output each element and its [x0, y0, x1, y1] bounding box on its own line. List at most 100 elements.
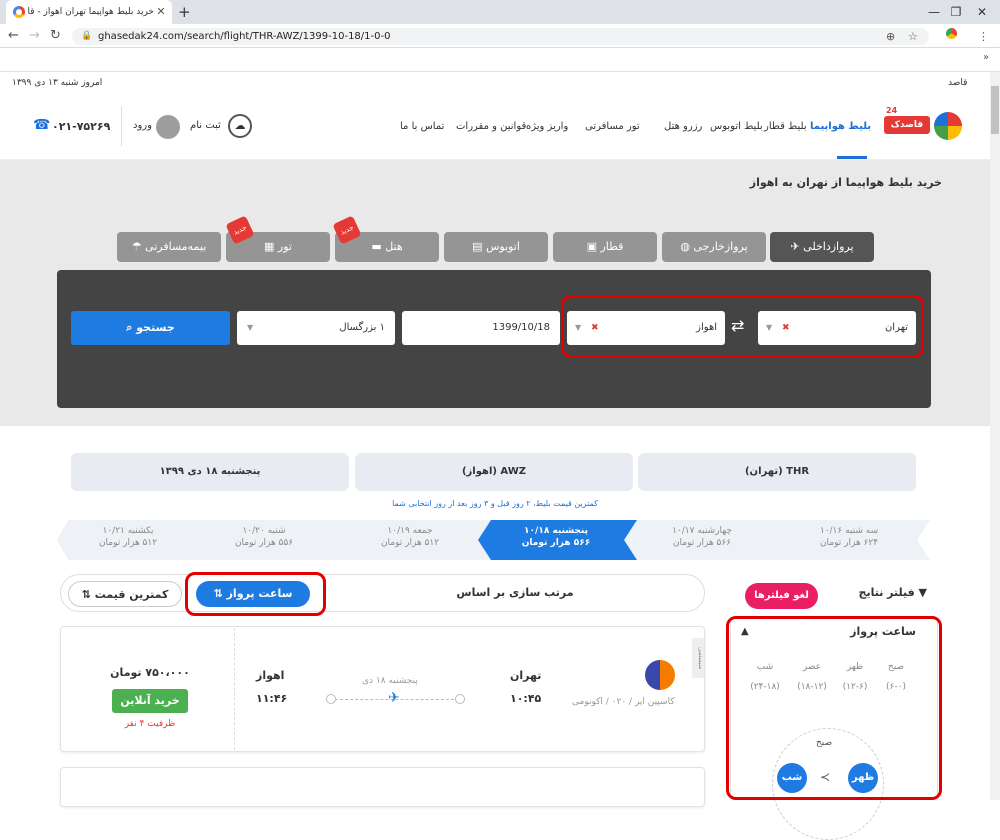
flight-date: پنجشنبه ۱۸ دی [362, 676, 418, 686]
price-note: کمترین قیمت بلیط، ۲ روز قبل و ۳ روز بعد … [392, 499, 598, 508]
chevron-down-icon[interactable]: ▼ [247, 311, 253, 345]
day-price: ۵۱۲ هزار تومان [380, 538, 440, 548]
airline-info: کاسپین ایر / ۰۲۰ / اکونومی [572, 697, 675, 707]
forward-icon[interactable]: → [29, 27, 40, 45]
filter-title-text: فیلتر نتایج [858, 586, 915, 599]
day-label: چهارشنبه ۱۰/۱۷ [672, 526, 732, 536]
filter-title: ▼ فیلتر نتایج [859, 586, 927, 599]
menu-active-underline [837, 156, 867, 159]
day-2[interactable]: چهارشنبه ۱۰/۱۷ ۵۶۶ هزار تومان [621, 520, 783, 560]
tab-travel-insurance[interactable]: بیمه‌مسافرتی ☂ [117, 232, 221, 262]
passengers-value: ۱ بزرگسال [339, 322, 385, 333]
close-tab-icon[interactable]: ✕ [154, 4, 168, 20]
new-tab-icon[interactable]: + [178, 2, 191, 22]
highlight-sort [185, 572, 326, 616]
sort-label: مرتب سازی بر اساس [456, 586, 574, 599]
brand-short[interactable]: قاصد [948, 78, 967, 88]
route-origin: THR (تهران) [638, 453, 916, 491]
day-6[interactable]: یکشنبه ۱۰/۲۱ ۵۱۲ هزار تومان [57, 520, 199, 560]
day-1[interactable]: سه شنبه ۱۰/۱۶ ۶۲۴ هزار تومان [768, 520, 930, 560]
day-5[interactable]: شنبه ۱۰/۲۰ ۵۵۶ هزار تومان [183, 520, 345, 560]
logo-number: 24 [886, 106, 898, 115]
tab-train[interactable]: قطار ▣ [553, 232, 657, 262]
site-logo[interactable]: قاصدک 24 [884, 106, 964, 140]
tab-domestic-flight[interactable]: پروازداخلی ✈ [770, 232, 874, 262]
sort-by-price-button[interactable]: کمترین قیمت ⇅ [68, 581, 182, 607]
tab-label: پروازداخلی [803, 240, 854, 253]
tab-label: پروازخارجی [693, 240, 748, 253]
arrival-time: ۱۱:۴۶ [256, 692, 288, 705]
close-window-icon[interactable]: ✕ [970, 2, 994, 22]
menu-hotel[interactable]: رزرو هتل [664, 121, 702, 132]
flight-card-next [60, 767, 705, 807]
sort-icon: ⇅ [81, 588, 91, 601]
signup-link[interactable]: ثبت نام [190, 120, 221, 131]
buy-online-button[interactable]: خرید آنلاین [112, 689, 188, 713]
flight-price: ۷۵۰،۰۰۰ تومان [110, 666, 190, 679]
passengers-field[interactable]: ▼ ۱ بزرگسال [237, 311, 395, 345]
avatar-icon [156, 115, 180, 139]
back-icon[interactable]: ← [8, 27, 19, 45]
lock-icon[interactable]: 🔒 [81, 31, 92, 41]
url-text[interactable]: ghasedak24.com/search/flight/THR-AWZ/139… [98, 28, 390, 45]
page-title: خرید بلیط هواپیما از تهران به اهواز [749, 176, 942, 189]
reload-icon[interactable]: ↻ [50, 27, 61, 45]
app-icon[interactable]: ☁ [228, 114, 252, 138]
tab-label: هتل [385, 240, 403, 253]
tab-bus[interactable]: اتوبوس ▤ [444, 232, 548, 262]
zoom-icon[interactable]: ⊕ [886, 28, 895, 45]
day-label: سه شنبه ۱۰/۱۶ [819, 526, 879, 536]
tab-label: بیمه‌مسافرتی [145, 240, 207, 253]
path-start-dot [326, 694, 336, 704]
restore-icon[interactable]: ❐ [944, 2, 968, 22]
menu-deposit[interactable]: واریز ویژه [526, 121, 568, 132]
menu-flight[interactable]: بلیط هواپیما [810, 121, 871, 132]
login-link[interactable]: ورود [133, 120, 152, 131]
tab-title: خرید بلیط هواپیما تهران اهواز - قا [27, 7, 155, 17]
tab-label: تور [277, 240, 292, 253]
day-price: ۵۶۶ هزار تومان [672, 538, 732, 548]
cancel-filters-button[interactable]: لغو فیلترها [745, 583, 818, 609]
scrollbar[interactable] [990, 72, 1000, 800]
menu-bus[interactable]: بلیط اتوبوس [710, 121, 763, 132]
extension-icon[interactable] [946, 28, 957, 39]
bookmark-star-icon[interactable]: ☆ [908, 28, 918, 45]
flight-destination: اهواز [256, 669, 285, 682]
flight-type-tag: سیستمی [692, 638, 704, 678]
card-divider [234, 628, 235, 750]
menu-rules[interactable]: قوانین و مقررات [456, 121, 526, 132]
menu-contact[interactable]: تماس با ما [400, 121, 444, 132]
route-destination: AWZ (اهواز) [355, 453, 633, 491]
header-divider [121, 106, 122, 146]
day-label: پنجشنبه ۱۰/۱۸ [524, 526, 588, 536]
tab-label: قطار [600, 240, 624, 253]
minimize-icon[interactable]: — [922, 2, 946, 22]
airline-logo [645, 660, 675, 690]
seat-capacity: ظرفیت ۴ نفر [124, 719, 176, 729]
filter-icon: ▼ [918, 586, 927, 599]
sort-price-label: کمترین قیمت [94, 588, 169, 601]
favicon-icon [13, 6, 25, 18]
date-field[interactable]: 1399/10/18 [402, 311, 560, 345]
flight-origin: تهران [510, 669, 542, 682]
phone-number[interactable]: ۰۲۱-۷۵۲۶۹ [52, 120, 110, 133]
day-label: یکشنبه ۱۰/۲۱ [102, 526, 154, 536]
menu-tour[interactable]: تور مسافرتی [585, 121, 640, 132]
day-price: ۶۲۴ هزار تومان [819, 538, 879, 548]
path-end-dot [455, 694, 465, 704]
bookmarks-bar [0, 48, 1000, 72]
search-button[interactable]: جستجو ⌕ [71, 311, 230, 345]
route-date: پنجشنبه ۱۸ دی ۱۳۹۹ [71, 453, 349, 491]
menu-dots-icon[interactable]: ⋮ [978, 28, 989, 45]
browser-tab[interactable]: خرید بلیط هواپیما تهران اهواز - قا [6, 0, 172, 24]
bookmarks-more[interactable]: » [983, 52, 989, 63]
menu-train[interactable]: بلیط قطار [764, 121, 807, 132]
day-price: ۵۵۶ هزار تومان [234, 538, 294, 548]
search-button-label: جستجو [136, 321, 175, 334]
departure-time: ۱۰:۴۵ [510, 692, 542, 705]
scrollbar-thumb[interactable] [991, 86, 999, 134]
day-3-selected[interactable]: پنجشنبه ۱۰/۱۸ ۵۶۶ هزار تومان [475, 520, 637, 560]
tab-intl-flight[interactable]: پروازخارجی ◍ [662, 232, 766, 262]
day-4[interactable]: جمعه ۱۰/۱۹ ۵۱۲ هزار تومان [329, 520, 491, 560]
highlight-route [561, 295, 924, 358]
